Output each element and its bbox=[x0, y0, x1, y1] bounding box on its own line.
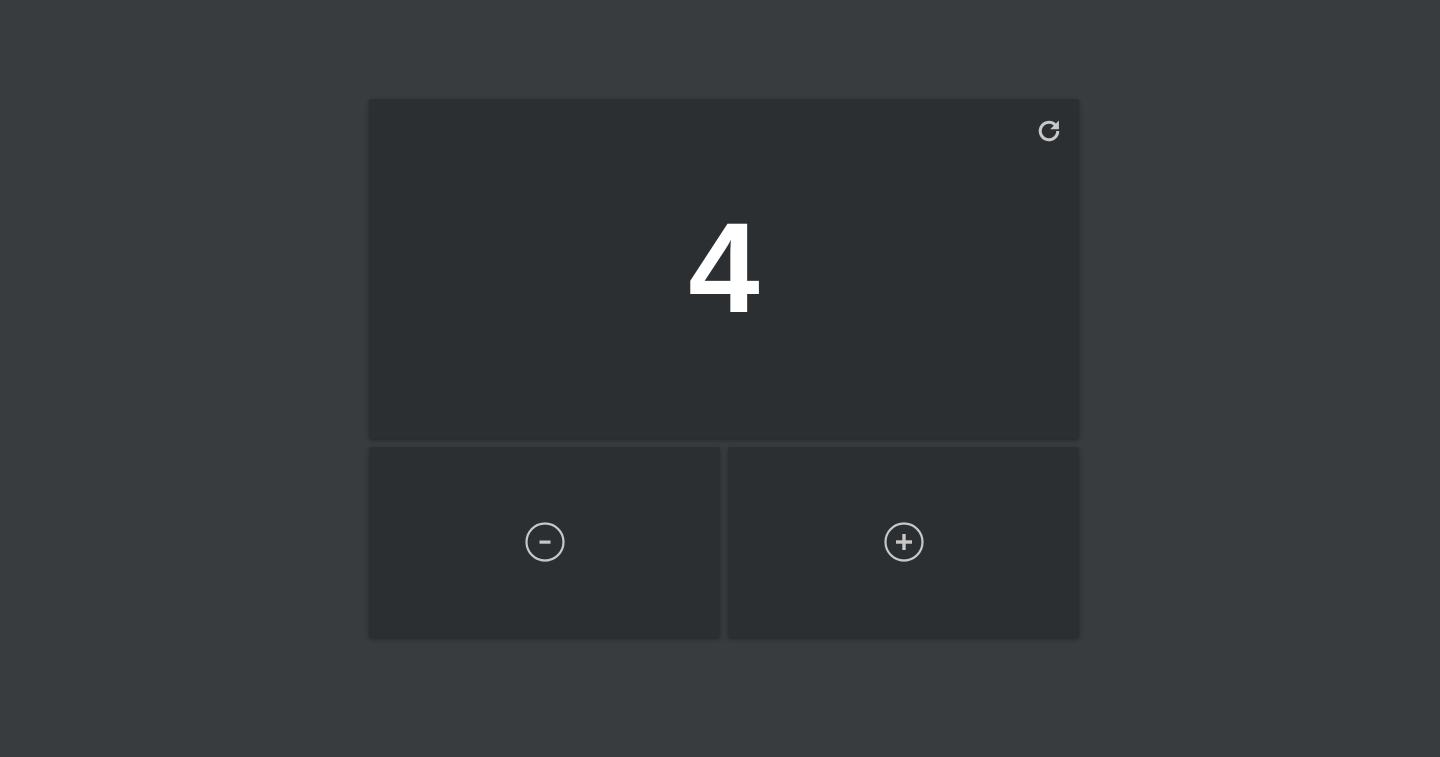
counter-display: 4 bbox=[369, 99, 1079, 438]
increment-button[interactable] bbox=[728, 447, 1079, 637]
minus-circle-icon bbox=[524, 521, 566, 563]
count-value: 4 bbox=[688, 197, 760, 340]
refresh-icon bbox=[1038, 120, 1060, 142]
reset-button[interactable] bbox=[1033, 115, 1065, 147]
plus-circle-icon bbox=[883, 521, 925, 563]
counter-app: 4 bbox=[369, 99, 1079, 637]
decrement-button[interactable] bbox=[369, 447, 720, 637]
